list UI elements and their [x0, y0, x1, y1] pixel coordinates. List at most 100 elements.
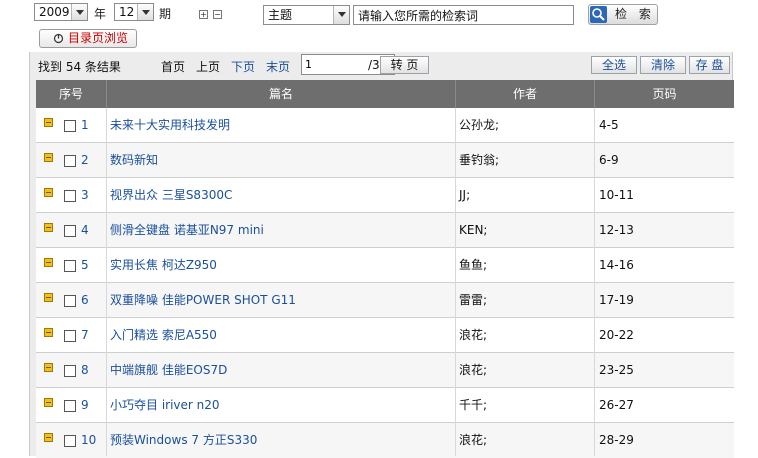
row-index: 8	[81, 363, 89, 377]
row-pages: 4-5	[599, 118, 619, 132]
row-checkbox[interactable]	[64, 435, 76, 447]
table-row: 5 实用长焦 柯达Z950 鱼鱼; 14-16	[36, 248, 734, 283]
row-index: 2	[81, 153, 89, 167]
table-row: 1 未来十大实用科技发明 公孙龙; 4-5	[36, 108, 734, 143]
document-icon	[44, 188, 53, 197]
column-divider	[594, 108, 595, 456]
row-checkbox[interactable]	[64, 400, 76, 412]
row-index: 9	[81, 398, 89, 412]
issue-select[interactable]: 12	[114, 3, 154, 21]
search-field-select[interactable]: 主题	[263, 5, 350, 25]
row-title-link[interactable]: 预装Windows 7 方正S330	[110, 423, 257, 457]
year-unit-label: 年	[94, 7, 107, 21]
row-index: 10	[81, 433, 97, 447]
document-icon	[44, 293, 53, 302]
chevron-down-icon	[71, 4, 87, 20]
row-pages: 23-25	[599, 363, 634, 377]
issue-unit-label: 期	[159, 7, 172, 21]
row-title-link[interactable]: 实用长焦 柯达Z950	[110, 248, 217, 282]
row-title-link[interactable]: 未来十大实用科技发明	[110, 108, 230, 142]
catalog-browse-button[interactable]: 目录页浏览	[39, 29, 137, 48]
table-row: 9 小巧夺目 iriver n20 千千; 26-27	[36, 388, 734, 423]
document-icon	[44, 398, 53, 407]
results-panel: 找到 54 条结果 首页 上页 下页 末页 /3 转 页 全选 清除 存 盘 序…	[29, 52, 734, 458]
year-select[interactable]: 2009	[34, 3, 88, 21]
row-author: 浪花;	[459, 433, 488, 447]
row-author: 雷雷;	[459, 293, 488, 307]
row-author: 垂钓翁;	[459, 153, 500, 167]
result-count: 找到 54 条结果	[38, 60, 121, 74]
row-checkbox[interactable]	[64, 120, 76, 132]
row-title-link[interactable]: 数码新知	[110, 143, 158, 177]
row-pages: 10-11	[599, 188, 634, 202]
row-author: KEN;	[459, 223, 488, 237]
search-input[interactable]	[353, 5, 574, 25]
column-divider	[594, 80, 595, 108]
expand-icon[interactable]: +	[199, 10, 208, 19]
row-pages: 20-22	[599, 328, 634, 342]
row-pages: 12-13	[599, 223, 634, 237]
row-index: 6	[81, 293, 89, 307]
document-icon	[44, 328, 53, 337]
row-author: JJ;	[459, 188, 471, 202]
row-pages: 28-29	[599, 433, 634, 447]
row-title-link[interactable]: 视界出众 三星S8300C	[110, 178, 232, 212]
year-select-value: 2009	[39, 5, 70, 19]
document-icon	[44, 118, 53, 127]
row-checkbox[interactable]	[64, 295, 76, 307]
page-total: /3	[368, 58, 380, 72]
row-title-link[interactable]: 双重降噪 佳能POWER SHOT G11	[110, 283, 296, 317]
column-header-title: 篇名	[268, 87, 293, 101]
next-page-link[interactable]: 下页	[231, 58, 255, 75]
row-checkbox[interactable]	[64, 365, 76, 377]
column-divider	[455, 80, 456, 108]
collapse-icon[interactable]: −	[213, 10, 222, 19]
table-row: 3 视界出众 三星S8300C JJ; 10-11	[36, 178, 734, 213]
row-pages: 6-9	[599, 153, 619, 167]
table-row: 7 入门精选 索尼A550 浪花; 20-22	[36, 318, 734, 353]
document-icon	[44, 153, 53, 162]
row-checkbox[interactable]	[64, 330, 76, 342]
row-checkbox[interactable]	[64, 155, 76, 167]
row-index: 1	[81, 118, 89, 132]
row-title-link[interactable]: 侧滑全键盘 诺基亚N97 mini	[110, 213, 264, 247]
row-checkbox[interactable]	[64, 225, 76, 237]
first-page-link[interactable]: 首页	[161, 58, 185, 75]
row-checkbox[interactable]	[64, 190, 76, 202]
search-button[interactable]: 检 索	[588, 4, 658, 25]
save-button[interactable]: 存 盘	[689, 56, 730, 74]
table-row: 6 双重降噪 佳能POWER SHOT G11 雷雷; 17-19	[36, 283, 734, 318]
row-title-link[interactable]: 小巧夺目 iriver n20	[110, 388, 220, 422]
row-title-link[interactable]: 入门精选 索尼A550	[110, 318, 217, 352]
document-icon	[44, 433, 53, 442]
row-index: 5	[81, 258, 89, 272]
catalog-browse-label: 目录页浏览	[68, 31, 129, 45]
pagination-bar: 找到 54 条结果 首页 上页 下页 末页 /3 转 页 全选 清除 存 盘	[30, 52, 734, 80]
column-divider	[455, 108, 456, 456]
select-all-button[interactable]: 全选	[591, 56, 637, 74]
prev-page-link[interactable]: 上页	[196, 58, 220, 75]
row-pages: 17-19	[599, 293, 634, 307]
row-index: 3	[81, 188, 89, 202]
row-author: 千千;	[459, 398, 488, 412]
issue-select-value: 12	[119, 5, 135, 19]
row-author: 浪花;	[459, 363, 488, 377]
row-title-link[interactable]: 中端旗舰 佳能EOS7D	[110, 353, 227, 387]
table-row: 2 数码新知 垂钓翁; 6-9	[36, 143, 734, 178]
row-index: 7	[81, 328, 89, 342]
last-page-link[interactable]: 末页	[266, 58, 290, 75]
row-index: 4	[81, 223, 89, 237]
row-author: 公孙龙;	[459, 118, 500, 132]
column-divider	[106, 80, 107, 108]
row-pages: 14-16	[599, 258, 634, 272]
row-checkbox[interactable]	[64, 260, 76, 272]
chevron-down-icon	[333, 6, 349, 24]
refresh-icon	[53, 33, 64, 44]
clear-button[interactable]: 清除	[640, 56, 686, 74]
go-page-button[interactable]: 转 页	[380, 56, 429, 74]
column-divider	[106, 108, 107, 456]
row-author: 浪花;	[459, 328, 488, 342]
column-header-author: 作者	[512, 87, 537, 101]
table-header: 序号 篇名 作者 页码	[36, 80, 734, 108]
document-icon	[44, 223, 53, 232]
